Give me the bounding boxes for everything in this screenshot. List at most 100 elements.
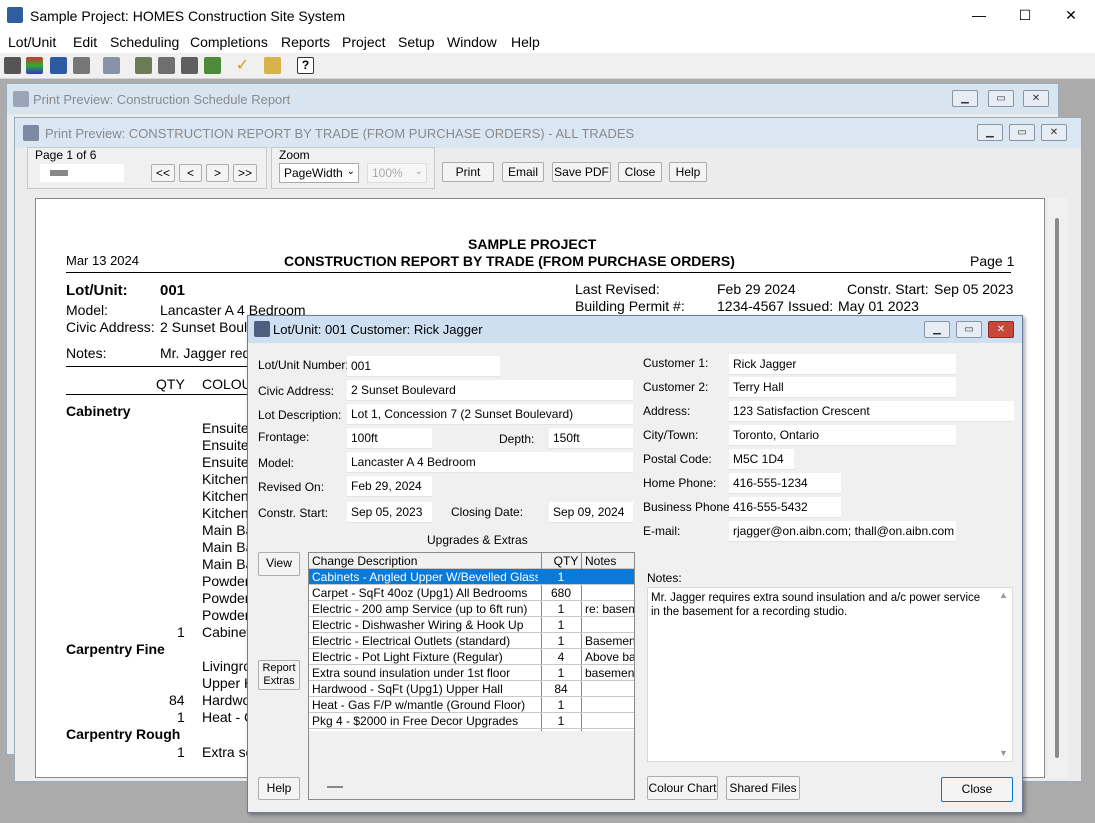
grid-icon[interactable] [26,57,43,74]
schedule-icon[interactable] [135,57,152,74]
frontage-field[interactable]: 100ft [347,428,432,449]
save-pdf-button[interactable]: Save PDF [552,162,611,182]
report-row-item: Main Ba [202,522,254,538]
preview-help-button[interactable]: Help [669,162,707,182]
zoom-select[interactable]: PageWidth ⌄ [279,163,359,183]
table-row[interactable]: Cabinets - Angled Upper W/Bevelled Glass… [309,569,634,585]
email-button[interactable]: Email [502,162,544,182]
table-row[interactable]: Hardwood - SqFt (Upg1) Upper Hall 84 [309,681,634,697]
menu-lot-unit[interactable]: Lot/Unit [8,34,56,50]
notes-textarea[interactable]: Mr. Jagger requires extra sound insulati… [647,587,1013,762]
col-notes[interactable]: Notes [585,554,616,568]
menu-setup[interactable]: Setup [398,34,435,50]
dialog-titlebar[interactable]: Lot/Unit: 001 Customer: Rick Jagger ▁ ▭ … [248,316,1022,343]
table-row[interactable]: Electric - Pot Light Fixture (Regular) 4 A… [309,649,634,665]
menu-scheduling[interactable]: Scheduling [110,34,179,50]
help-icon[interactable]: ? [297,57,314,74]
depth-field[interactable]: 150ft [549,428,633,449]
preview1-minimize-button[interactable]: ▁ [952,90,978,107]
civic-address-field[interactable]: 2 Sunset Boulevard [347,380,633,401]
report-row-item: Powder [202,590,250,606]
table-row[interactable]: Electric - Electrical Outlets (standard)… [309,633,635,649]
dialog-maximize-button[interactable]: ▭ [956,321,982,338]
address-field[interactable]: 123 Satisfaction Crescent [729,401,1014,422]
page-slider[interactable] [40,164,124,182]
home-phone-field[interactable]: 416-555-1234 [729,473,841,494]
table-hscroll-thumb[interactable] [327,786,343,788]
postal-code-field[interactable]: M5C 1D4 [729,449,794,470]
checklist-icon[interactable] [204,57,221,74]
check-icon[interactable]: ✓ [234,57,251,74]
col-change-description[interactable]: Change Description [312,554,417,568]
menu-completions[interactable]: Completions [190,34,268,50]
colour-chart-button[interactable]: Colour Chart [647,776,718,800]
zoom-percent-value: 100% [372,166,403,180]
home-icon[interactable] [50,57,67,74]
close-button[interactable]: ✕ [1048,0,1094,31]
cell-notes: Basement [585,634,635,648]
preview1-maximize-button[interactable]: ▭ [988,90,1014,107]
last-page-button[interactable]: >> [233,164,257,182]
table-row[interactable]: Extra sound insulation under 1st floor 1 b… [309,665,634,681]
print-icon[interactable] [73,57,90,74]
print-button[interactable]: Print [442,162,494,182]
model-field[interactable]: Lancaster A 4 Bedroom [347,452,633,473]
dialog-minimize-button[interactable]: ▁ [924,321,950,338]
table-row[interactable]: Pkg 4 - $2000 in Free Decor Upgrades 1 [309,713,634,729]
help-button[interactable]: Help [258,777,300,800]
shared-files-button[interactable]: Shared Files [726,776,800,800]
zoom-percent-select[interactable]: 100% ⌄ [367,163,427,183]
page-slider-thumb[interactable] [50,170,68,176]
lot-unit-dialog[interactable]: Lot/Unit: 001 Customer: Rick Jagger ▁ ▭ … [247,315,1023,813]
menu-reports[interactable]: Reports [281,34,330,50]
closing-date-field[interactable]: Sep 09, 2024 [549,502,633,523]
preview2-titlebar[interactable]: Print Preview: CONSTRUCTION REPORT BY TR… [15,118,1081,148]
first-page-button[interactable]: << [151,164,175,182]
table-row[interactable]: Electric - 200 amp Service (up to 6ft ru… [309,601,634,617]
maximize-button[interactable]: ☐ [1002,0,1048,31]
preview2-maximize-button[interactable]: ▭ [1009,124,1035,141]
customer2-field[interactable]: Terry Hall [729,377,956,398]
tools-icon[interactable] [4,57,21,74]
customer1-field[interactable]: Rick Jagger [729,354,956,375]
copy-icon[interactable] [103,57,120,74]
scroll-up-icon[interactable]: ▲ [999,590,1008,600]
lot-description-field[interactable]: Lot 1, Concession 7 (2 Sunset Boulevard) [347,404,633,425]
lot-number-field[interactable]: 001 [347,356,500,377]
email-field[interactable]: rjagger@on.aibn.com; thall@on.aibn.com [729,521,956,542]
constr-start-field[interactable]: Sep 05, 2023 [347,502,432,523]
folder-open-icon[interactable] [264,57,281,74]
cell-description: Electric - Pot Light Fixture (Regular) [312,650,503,664]
scroll-down-icon[interactable]: ▼ [999,748,1008,758]
dialog-close-icon[interactable]: ✕ [988,321,1014,338]
menu-window[interactable]: Window [447,34,497,50]
report-scrollbar[interactable] [1048,198,1068,778]
menu-help[interactable]: Help [511,34,540,50]
calendar-icon[interactable] [158,57,175,74]
preview-close-button[interactable]: Close [618,162,662,182]
revised-on-field[interactable]: Feb 29, 2024 [347,476,432,497]
prev-page-button[interactable]: < [179,164,202,182]
table-row[interactable]: Heat - Gas F/P w/mantle (Ground Floor) 1 [309,697,634,713]
view-button[interactable]: View [258,552,300,576]
next-page-button[interactable]: > [206,164,229,182]
minimize-button[interactable]: — [956,0,1002,31]
preview2-close-button[interactable]: ✕ [1041,124,1067,141]
report-extras-button[interactable]: Report Extras [258,660,300,690]
table-row[interactable]: Electric - Dishwasher Wiring & Hook Up 1 [309,617,634,633]
report-icon[interactable] [181,57,198,74]
report-scrollbar-thumb[interactable] [1055,218,1059,758]
dialog-close-button[interactable]: Close [941,777,1013,802]
preview1-titlebar[interactable]: Print Preview: Construction Schedule Rep… [7,84,1058,114]
app-titlebar[interactable]: Sample Project: HOMES Construction Site … [0,0,1095,31]
upgrades-table[interactable]: Change Description QTY Notes Cabinets - … [308,552,635,800]
business-phone-field[interactable]: 416-555-5432 [729,497,841,518]
report-col-colour: COLOU [202,376,252,392]
menu-edit[interactable]: Edit [73,34,97,50]
menu-project[interactable]: Project [342,34,386,50]
col-qty[interactable]: QTY [551,554,581,568]
preview2-minimize-button[interactable]: ▁ [977,124,1003,141]
preview1-close-button[interactable]: ✕ [1023,90,1049,107]
city-field[interactable]: Toronto, Ontario [729,425,956,446]
table-row[interactable]: Carpet - SqFt 40oz (Upg1) All Bedrooms 68… [309,585,634,601]
